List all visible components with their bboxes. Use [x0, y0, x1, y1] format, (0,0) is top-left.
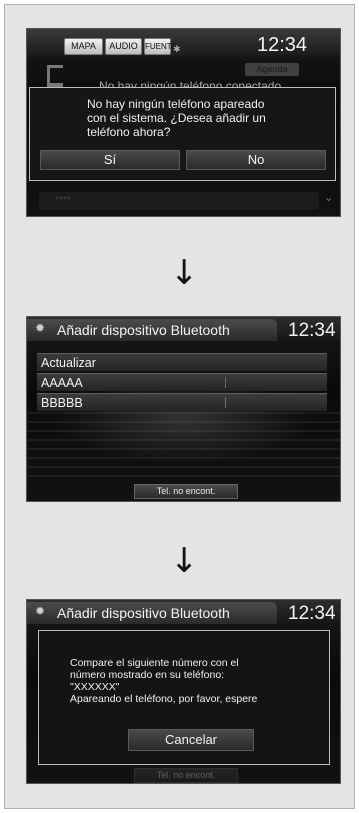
list-item-actualizar[interactable]: Actualizar [37, 353, 327, 371]
phone-icon [47, 65, 63, 87]
dialog-line-2: con el sistema. ¿Desea añadir un [87, 111, 266, 125]
settings-gear-icon: ✹ [35, 321, 46, 335]
tab-mapa[interactable]: MAPA [64, 38, 103, 55]
screen-title: Añadir dispositivo Bluetooth [57, 322, 230, 338]
pairing-code: "XXXXXX" [70, 681, 120, 693]
screen-title: Añadir dispositivo Bluetooth [57, 605, 230, 621]
list-item-label: AAAAA [41, 376, 83, 390]
bluetooth-icon: ✱ [173, 44, 181, 54]
tab-audio[interactable]: AUDIO [105, 38, 142, 55]
dialog-line-1: Compare el siguiente número con el [70, 657, 239, 669]
phone-list-item[interactable]: **** [39, 192, 319, 210]
dialog-line-4: Apareando el teléfono, por favor, espere [70, 693, 258, 705]
settings-gear-icon: ✹ [35, 604, 46, 618]
list-item-device[interactable]: BBBBB [37, 393, 327, 411]
divider [225, 397, 226, 408]
tab-fuente[interactable]: FUENTE [144, 38, 177, 55]
flow-arrow-down-icon: ↓ [170, 541, 199, 581]
screen-add-bluetooth-device: ✹ Añadir dispositivo Bluetooth 12:34 Act… [26, 316, 341, 502]
yes-button[interactable]: Sí [40, 150, 180, 170]
list-item-label: Actualizar [41, 356, 96, 370]
agenda-button[interactable]: Agenda [245, 63, 299, 76]
scroll-down-icon[interactable]: ⌄ [324, 191, 333, 204]
phone-not-found-button: Tel. no encont. [134, 768, 238, 783]
background-stripes [27, 412, 340, 482]
divider [225, 377, 226, 388]
dialog-line-3: teléfono ahora? [87, 125, 171, 139]
clock: 12:34 [288, 320, 336, 341]
cancel-button[interactable]: Cancelar [128, 729, 254, 751]
list-item-label: BBBBB [41, 396, 83, 410]
clock: 12:34 [257, 34, 308, 56]
phone-list-item-label: **** [55, 195, 71, 206]
screen-no-phone-paired: MAPA AUDIO FUENTE ✱ 12:34 Agenda No hay … [26, 28, 341, 217]
pair-prompt-dialog: No hay ningún teléfono apareado con el s… [29, 87, 336, 181]
dialog-line-1: No hay ningún teléfono apareado [87, 97, 265, 111]
phone-not-found-button[interactable]: Tel. no encont. [134, 484, 238, 499]
no-button[interactable]: No [186, 150, 326, 170]
pairing-dialog: Compare el siguiente número con el númer… [38, 630, 330, 765]
screen-pairing-confirm: ✹ Añadir dispositivo Bluetooth 12:34 Com… [26, 599, 341, 784]
list-item-device[interactable]: AAAAA [37, 373, 327, 391]
flow-arrow-down-icon: ↓ [170, 253, 199, 293]
clock: 12:34 [288, 603, 336, 624]
dialog-line-2: número mostrado en su teléfono: [70, 669, 225, 681]
